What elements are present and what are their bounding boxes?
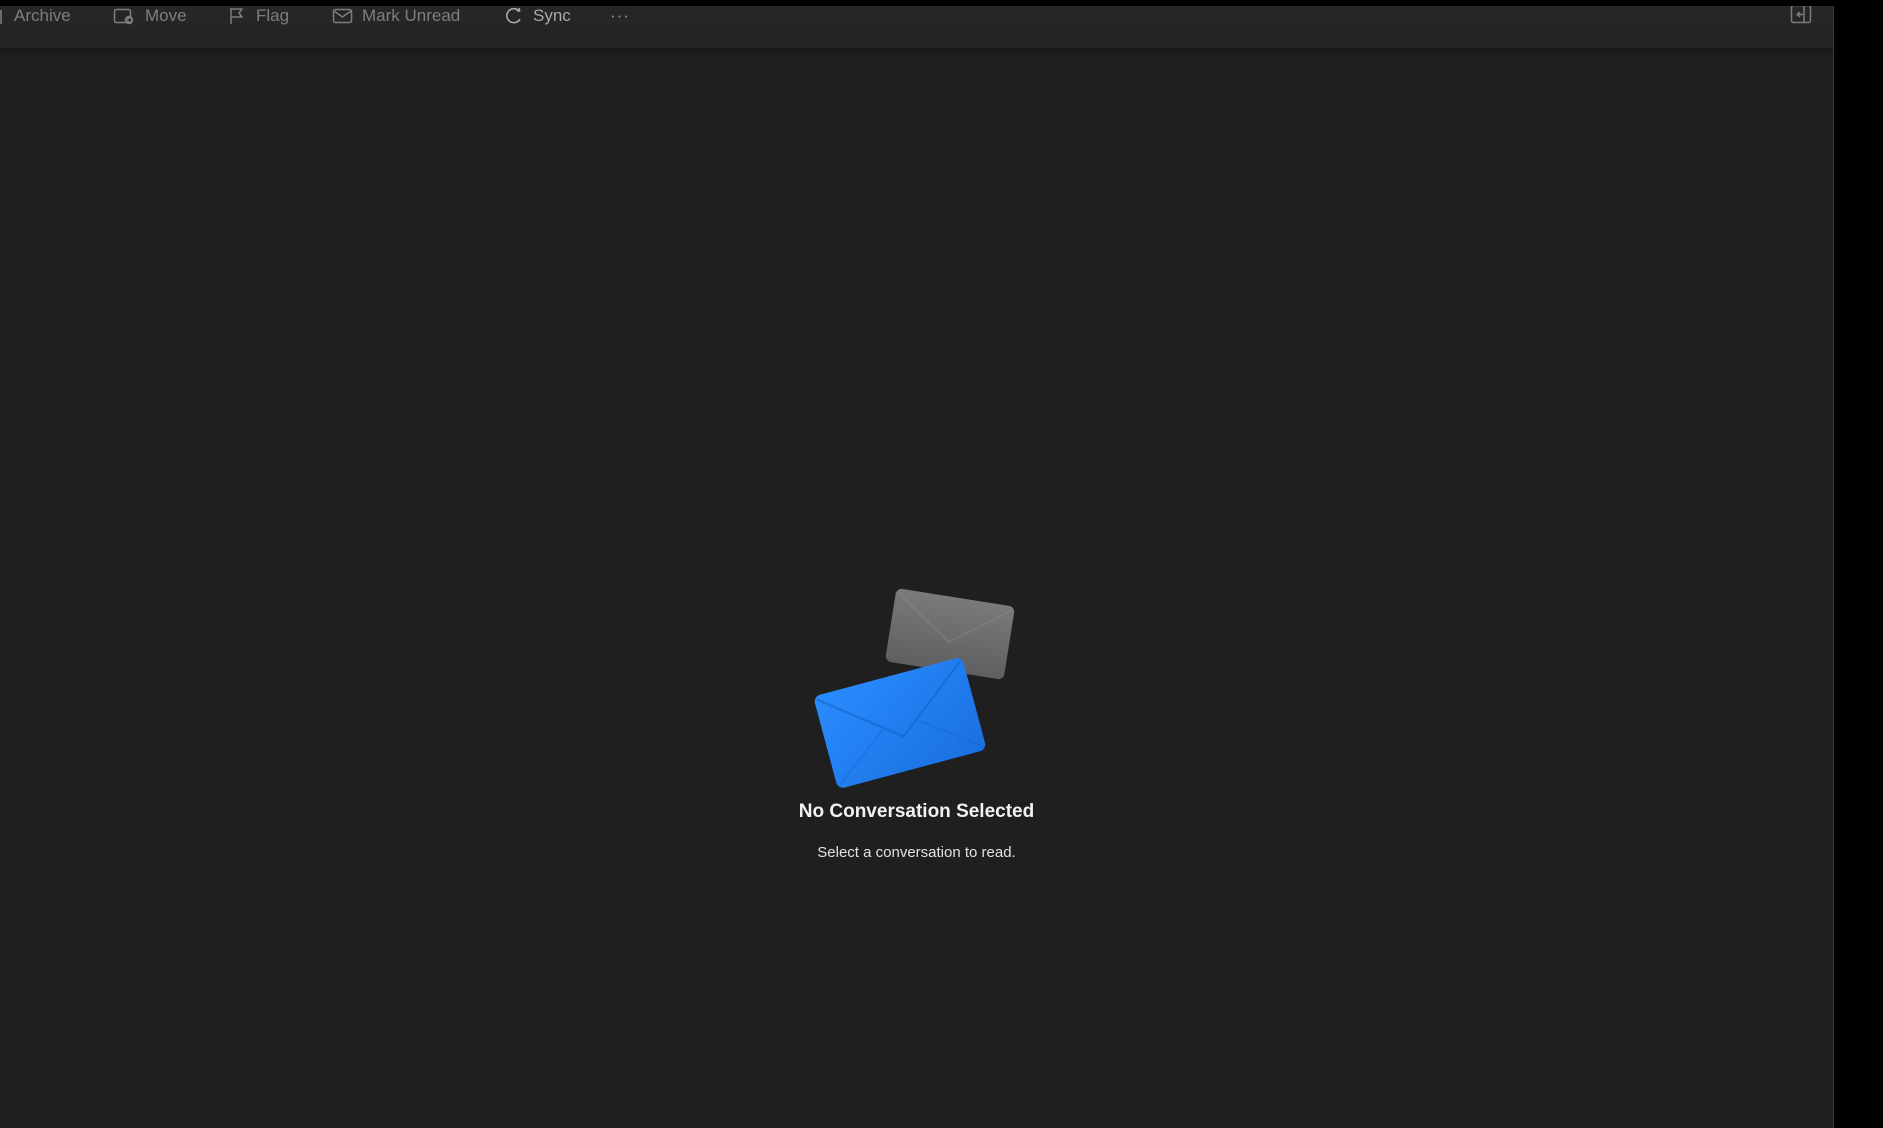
empty-state-subtitle: Select a conversation to read. [817, 844, 1016, 861]
envelopes-illustration [812, 584, 1022, 794]
empty-state-title: No Conversation Selected [798, 801, 1035, 822]
front-envelope-icon [814, 658, 986, 788]
empty-state: No Conversation Selected Select a conver… [0, 6, 1833, 1128]
reading-pane-window: Archive Move Flag Mark Unread Sync ··· N… [0, 6, 1834, 1128]
